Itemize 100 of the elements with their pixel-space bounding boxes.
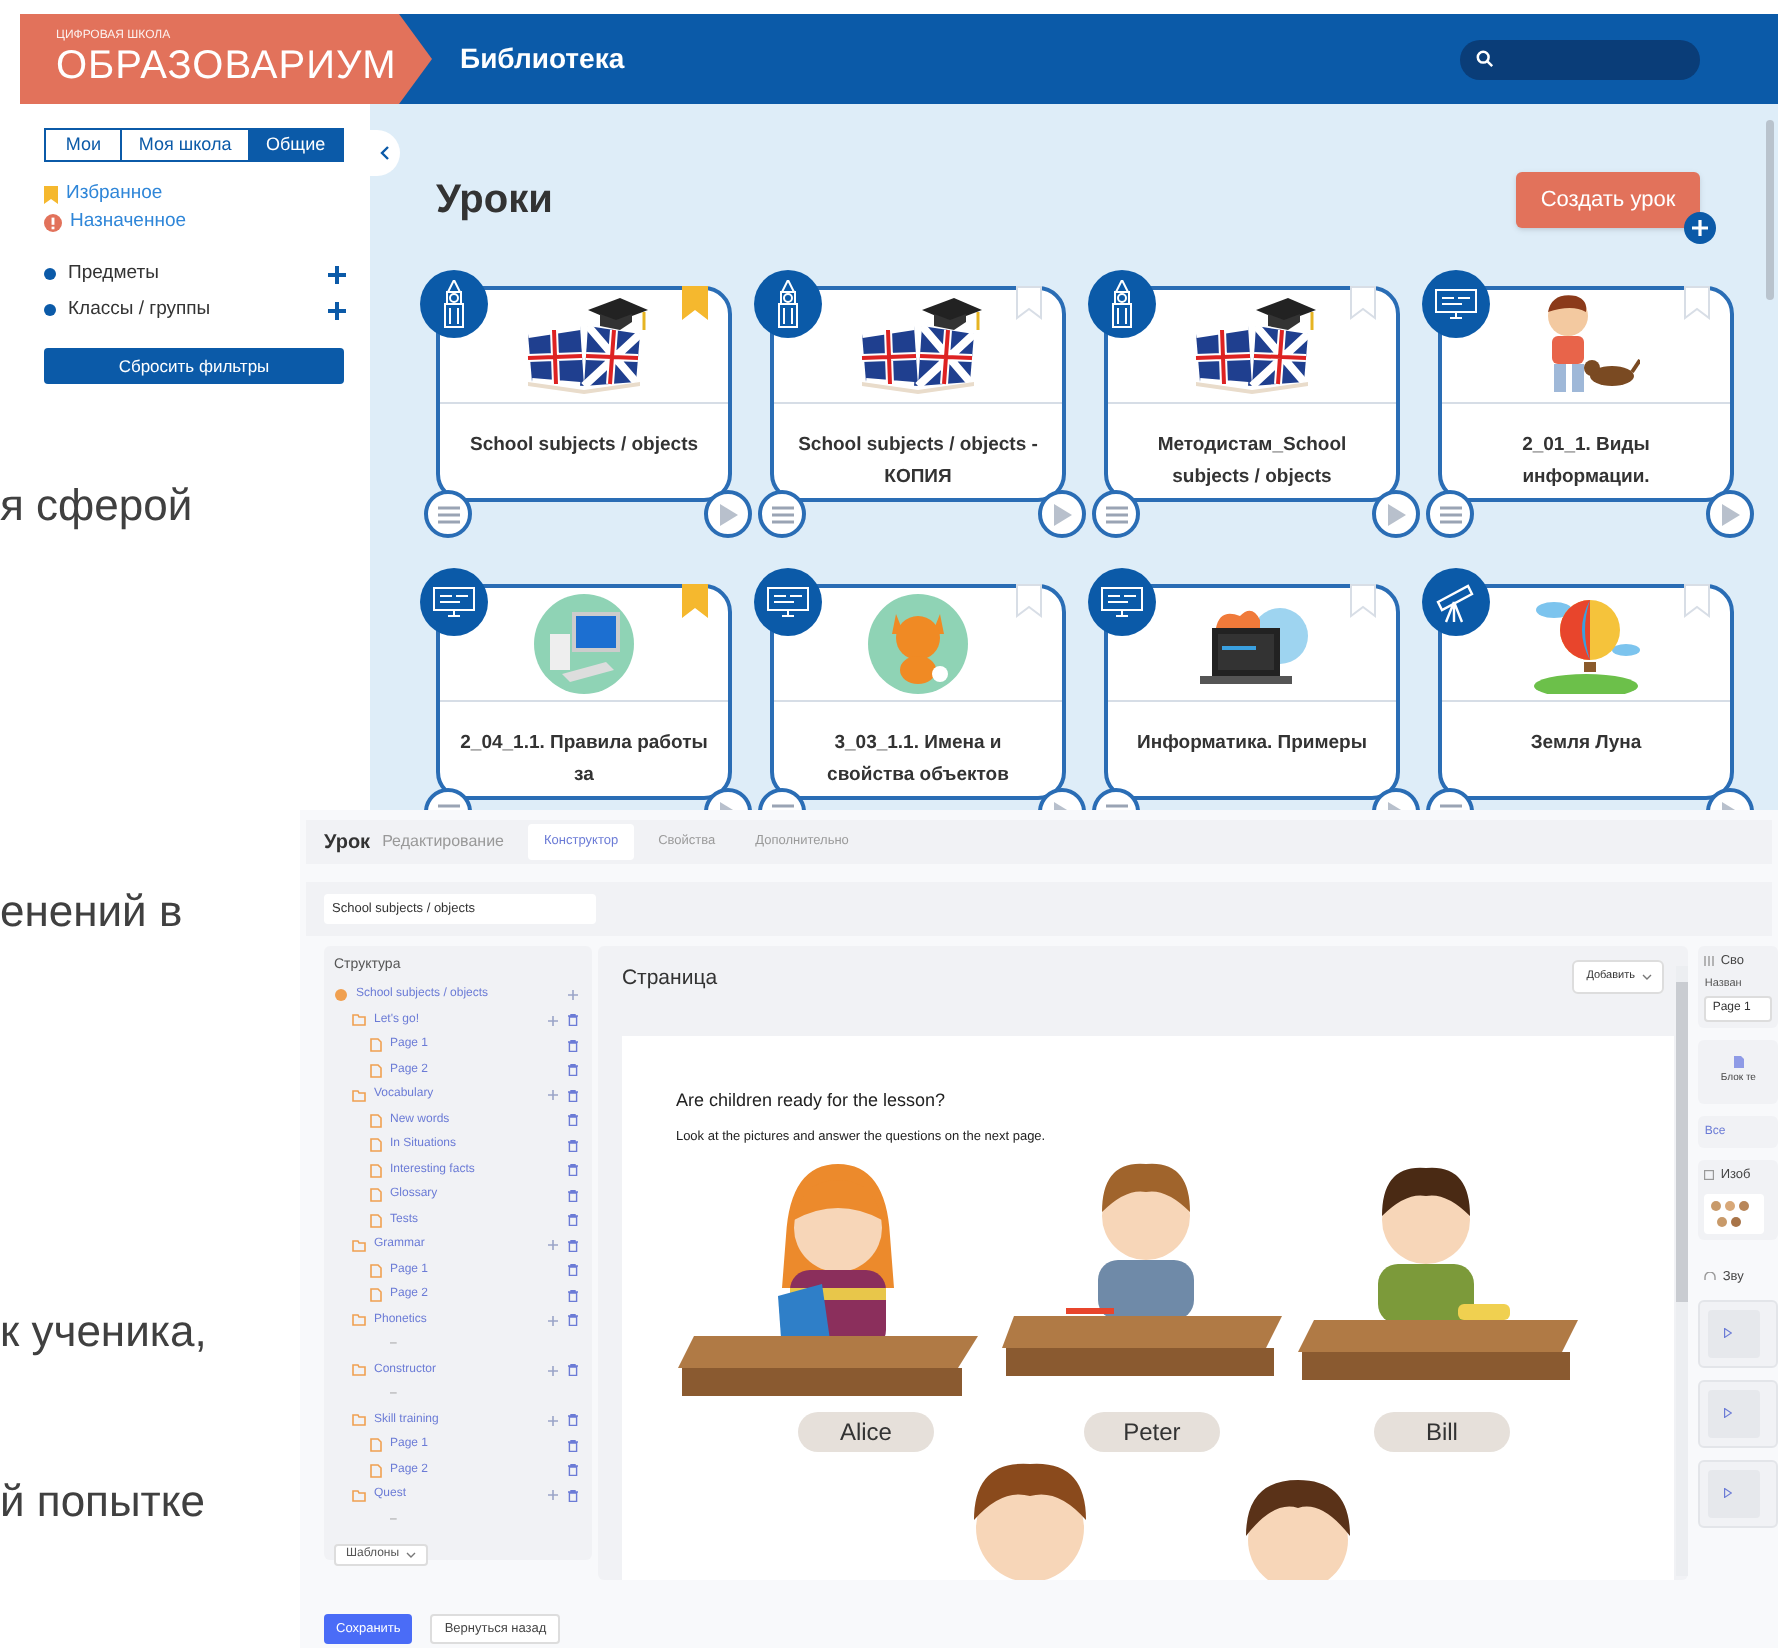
- search-field[interactable]: [1460, 39, 1700, 79]
- menu-button[interactable]: [424, 490, 472, 538]
- columns-icon: [1704, 956, 1715, 967]
- trash-icon[interactable]: [567, 1489, 578, 1502]
- folder-icon: [352, 1089, 366, 1102]
- section-title: Уроки: [436, 176, 553, 226]
- trash-icon[interactable]: [567, 1264, 578, 1277]
- lesson-card[interactable]: Информатика. Примеры: [1104, 584, 1400, 800]
- lesson-title: 3_03_1.1. Имена и свойства объектов: [825, 730, 1011, 790]
- chevron-left-icon: [380, 146, 390, 160]
- menu-icon: [771, 505, 793, 523]
- trash-icon[interactable]: [567, 1089, 578, 1102]
- add-icon[interactable]: [1684, 212, 1716, 244]
- trash-icon[interactable]: [567, 1039, 578, 1052]
- trash-icon[interactable]: [567, 1314, 578, 1327]
- lesson-card[interactable]: School subjects / objects: [436, 286, 732, 502]
- play-button[interactable]: [704, 490, 752, 538]
- trash-icon[interactable]: [567, 1239, 578, 1252]
- menu-icon: [1105, 505, 1127, 523]
- play-icon: [1721, 503, 1739, 525]
- play-button[interactable]: [1372, 490, 1420, 538]
- lesson-title: Методистам_School subjects / objects: [1155, 432, 1349, 492]
- lesson-card[interactable]: School subjects / objects - КОПИЯ: [770, 286, 1066, 502]
- circle-icon: [334, 988, 348, 1003]
- play-icon: [1724, 1328, 1733, 1338]
- menu-icon: [437, 505, 459, 523]
- play-button[interactable]: [1038, 490, 1086, 538]
- headphones-icon: [1704, 1272, 1717, 1283]
- scope-tab[interactable]: Общие: [247, 130, 342, 160]
- bookmark-icon[interactable]: [682, 584, 708, 618]
- name-label: Bill: [1373, 1412, 1510, 1452]
- menu-icon: [1439, 505, 1461, 523]
- lesson-card[interactable]: Земля Луна: [1438, 584, 1734, 800]
- trash-icon[interactable]: [567, 1414, 578, 1427]
- lesson-title: 2_04_1.1. Правила работы за: [460, 730, 708, 790]
- filter-link[interactable]: Избранное: [66, 180, 163, 210]
- trash-icon[interactable]: [567, 1064, 578, 1077]
- bullet-icon: [44, 268, 56, 280]
- lesson-card[interactable]: 2_01_1. Виды информации.: [1438, 286, 1734, 502]
- folder-icon: [352, 1414, 366, 1427]
- logo-text: ОБРАЗОВАРИУМ: [56, 44, 397, 88]
- folder-icon: [352, 1364, 366, 1377]
- play-icon: [1724, 1408, 1733, 1418]
- trash-icon[interactable]: [567, 1289, 578, 1302]
- chevron-down-icon: [405, 1551, 416, 1557]
- scrollbar[interactable]: [1766, 120, 1774, 300]
- menu-button[interactable]: [1426, 490, 1474, 538]
- play-icon: [1053, 503, 1071, 525]
- monitor-icon: [1422, 270, 1490, 338]
- collapse-button[interactable]: [370, 130, 400, 176]
- trash-icon[interactable]: [567, 1189, 578, 1202]
- name-label: Peter: [1083, 1412, 1220, 1452]
- plus-icon[interactable]: [328, 301, 346, 319]
- question-heading: Are children ready for the lesson?: [675, 1088, 946, 1114]
- filter-label: Предметы: [68, 259, 159, 288]
- computer-drawing: [534, 594, 634, 694]
- panel-title: Страница: [621, 964, 718, 994]
- trash-icon[interactable]: [567, 1164, 578, 1177]
- play-icon: [1387, 503, 1405, 525]
- plus-icon[interactable]: [328, 265, 346, 283]
- filter-link[interactable]: Назначенное: [70, 208, 187, 238]
- trash-icon[interactable]: [567, 1439, 578, 1452]
- thumbnail-drawing[interactable]: [1704, 1193, 1765, 1234]
- lesson-card[interactable]: 2_04_1.1. Правила работы за: [436, 584, 732, 800]
- lesson-card[interactable]: 3_03_1.1. Имена и свойства объектов: [770, 584, 1066, 800]
- document-text: я сферой: [0, 478, 193, 534]
- reset-filters-button[interactable]: Сбросить фильтры: [44, 348, 344, 384]
- trash-icon[interactable]: [567, 1464, 578, 1477]
- page-title: Библиотека: [460, 40, 625, 78]
- balloon-drawing: [1530, 594, 1642, 694]
- monitor-icon: [420, 568, 488, 636]
- telescope-icon: [1422, 568, 1490, 636]
- lesson-title: Информатика. Примеры: [1137, 730, 1367, 758]
- menu-button[interactable]: [758, 490, 806, 538]
- lesson-title: School subjects / objects: [469, 432, 699, 460]
- monitor-icon: [1088, 568, 1156, 636]
- bookmark-icon: [44, 186, 58, 204]
- name-label: Alice: [797, 1412, 934, 1452]
- trash-icon[interactable]: [567, 1014, 578, 1027]
- scrollbar-thumb[interactable]: [1676, 982, 1689, 1302]
- breadcrumb-subtitle: Редактирование: [382, 830, 505, 854]
- alert-icon: [44, 214, 62, 232]
- create-lesson-button[interactable]: Создать урок: [1516, 172, 1700, 228]
- scrollbar[interactable]: [1676, 966, 1689, 1576]
- bookmark-icon[interactable]: [682, 286, 708, 320]
- trash-icon[interactable]: [567, 1364, 578, 1377]
- menu-button[interactable]: [1092, 490, 1140, 538]
- document-text: к ученика,: [0, 1304, 207, 1360]
- play-icon: [1724, 1488, 1733, 1498]
- document-text: енений в: [0, 884, 183, 940]
- trash-icon[interactable]: [567, 1139, 578, 1152]
- document-icon: [1733, 1056, 1744, 1069]
- lesson-title: Земля Луна: [1530, 730, 1642, 758]
- lesson-card[interactable]: Методистам_School subjects / objects: [1104, 286, 1400, 502]
- image-icon: [1704, 1170, 1715, 1181]
- search-icon: [1476, 50, 1494, 68]
- play-button[interactable]: [1706, 490, 1754, 538]
- trash-icon[interactable]: [567, 1214, 578, 1227]
- trash-icon[interactable]: [567, 1114, 578, 1127]
- chevron-down-icon: [1641, 974, 1651, 980]
